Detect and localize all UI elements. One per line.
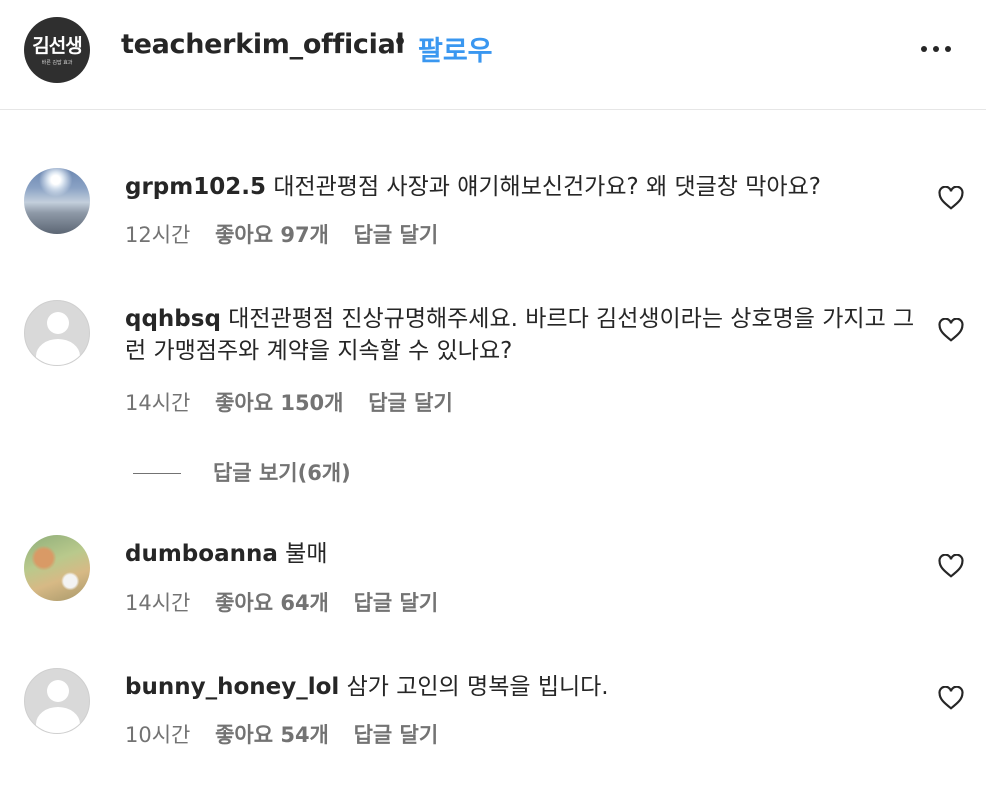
comment-text: grpm102.5 대전관평점 사장과 얘기해보신건가요? 왜 댓글창 막아요? bbox=[125, 171, 915, 203]
comment-username[interactable]: bunny_honey_lol bbox=[125, 674, 339, 700]
likes-count[interactable]: 좋아요 54개 bbox=[215, 722, 329, 748]
comment-meta: 12시간 좋아요 97개 답글 달기 bbox=[125, 222, 456, 248]
avatar-sub-text: 바른 김밥 효과 bbox=[41, 60, 73, 66]
heart-outline-icon[interactable] bbox=[938, 554, 964, 578]
default-avatar-body bbox=[36, 707, 80, 733]
profile-username[interactable]: teacherkim_official bbox=[121, 29, 405, 60]
comment-time: 12시간 bbox=[125, 223, 191, 247]
follow-button[interactable]: 팔로우 bbox=[418, 29, 493, 68]
more-options-icon[interactable] bbox=[918, 38, 954, 62]
comment-username[interactable]: dumboanna bbox=[125, 541, 278, 567]
likes-count[interactable]: 좋아요 64개 bbox=[215, 590, 329, 616]
comment-time: 10시간 bbox=[125, 723, 191, 747]
comment-body: 대전관평점 진상규명해주세요. 바르다 김선생이라는 상호명을 가지고 그런 가… bbox=[125, 306, 915, 364]
likes-count[interactable]: 좋아요 150개 bbox=[215, 390, 343, 416]
likes-count[interactable]: 좋아요 97개 bbox=[215, 222, 329, 248]
reply-button[interactable]: 답글 달기 bbox=[368, 390, 453, 416]
post-header: 김선생 바른 김밥 효과 teacherkim_official • 팔로우 bbox=[0, 0, 986, 110]
comment-body: 불매 bbox=[285, 541, 328, 567]
heart-outline-icon[interactable] bbox=[938, 318, 964, 342]
comment-username[interactable]: qqhbsq bbox=[125, 306, 221, 332]
comment-meta: 14시간 좋아요 150개 답글 달기 bbox=[125, 390, 471, 416]
reply-button[interactable]: 답글 달기 bbox=[354, 590, 439, 616]
comment-text: qqhbsq 대전관평점 진상규명해주세요. 바르다 김선생이라는 상호명을 가… bbox=[125, 303, 915, 367]
default-avatar-head bbox=[47, 312, 69, 334]
comment-time: 14시간 bbox=[125, 391, 191, 415]
avatar[interactable] bbox=[24, 300, 90, 366]
view-replies-line bbox=[133, 473, 181, 474]
view-replies-label: 답글 보기(6개) bbox=[213, 461, 351, 485]
avatar[interactable] bbox=[24, 168, 90, 234]
reply-button[interactable]: 답글 달기 bbox=[354, 222, 439, 248]
avatar[interactable] bbox=[24, 668, 90, 734]
comment-time: 14시간 bbox=[125, 591, 191, 615]
reply-button[interactable]: 답글 달기 bbox=[354, 722, 439, 748]
separator-dot: • bbox=[393, 30, 408, 55]
avatar[interactable] bbox=[24, 535, 90, 601]
comment-username[interactable]: grpm102.5 bbox=[125, 174, 266, 200]
comment-body: 삼가 고인의 명복을 빕니다. bbox=[346, 674, 609, 700]
comment-text: dumboanna 불매 bbox=[125, 538, 915, 570]
comment-meta: 10시간 좋아요 54개 답글 달기 bbox=[125, 722, 456, 748]
heart-outline-icon[interactable] bbox=[938, 186, 964, 210]
default-avatar-body bbox=[36, 339, 80, 365]
default-avatar-head bbox=[47, 680, 69, 702]
comment-body: 대전관평점 사장과 얘기해보신건가요? 왜 댓글창 막아요? bbox=[273, 174, 821, 200]
comment-meta: 14시간 좋아요 64개 답글 달기 bbox=[125, 590, 456, 616]
avatar-brand-text: 김선생 bbox=[32, 35, 82, 57]
profile-avatar[interactable]: 김선생 바른 김밥 효과 bbox=[24, 17, 90, 83]
comment-text: bunny_honey_lol 삼가 고인의 명복을 빕니다. bbox=[125, 671, 915, 703]
heart-outline-icon[interactable] bbox=[938, 686, 964, 710]
